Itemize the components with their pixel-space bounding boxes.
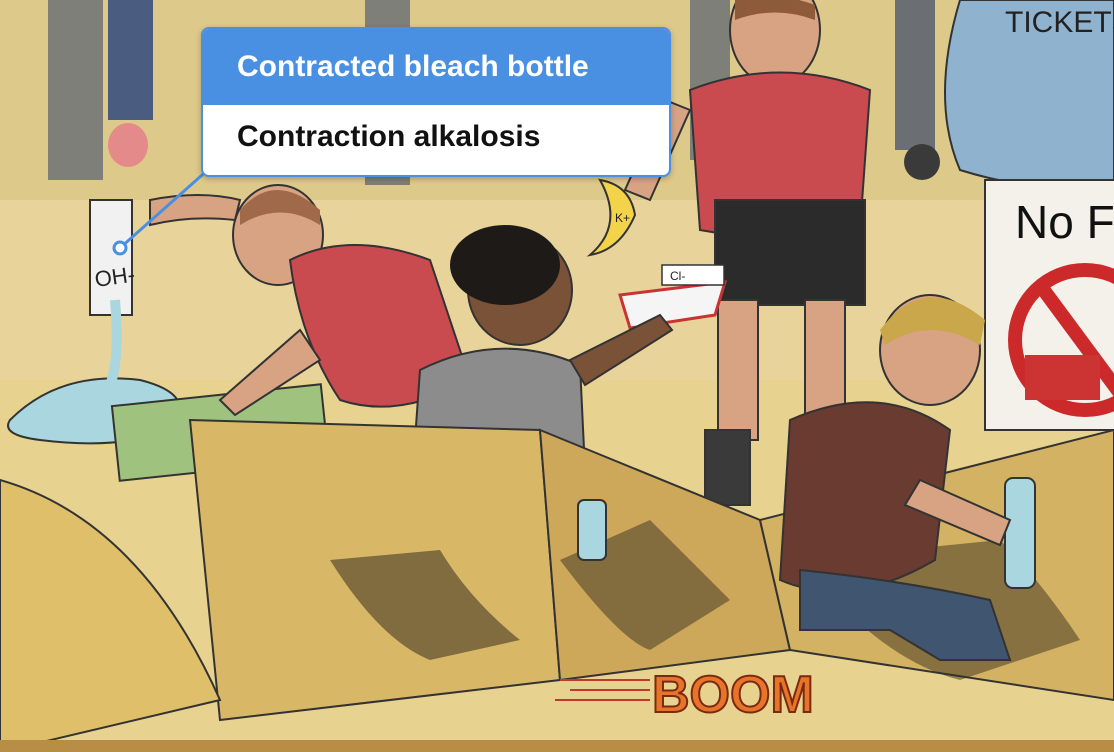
popup-title: Contracted bleach bottle — [203, 29, 669, 105]
popup-description: Contraction alkalosis — [237, 120, 541, 153]
no-food-sign-text: No Fo — [1015, 196, 1114, 248]
hotspot-popup[interactable]: Contracted bleach bottle Contraction alk… — [201, 27, 671, 177]
popup-anchor-dot[interactable] — [112, 240, 128, 256]
ion-label-k: K+ — [615, 211, 630, 225]
tickets-sign-text: TICKETS — [1005, 6, 1114, 39]
boom-text: BOOM — [652, 666, 814, 724]
ion-label-cl: Cl- — [670, 269, 685, 283]
